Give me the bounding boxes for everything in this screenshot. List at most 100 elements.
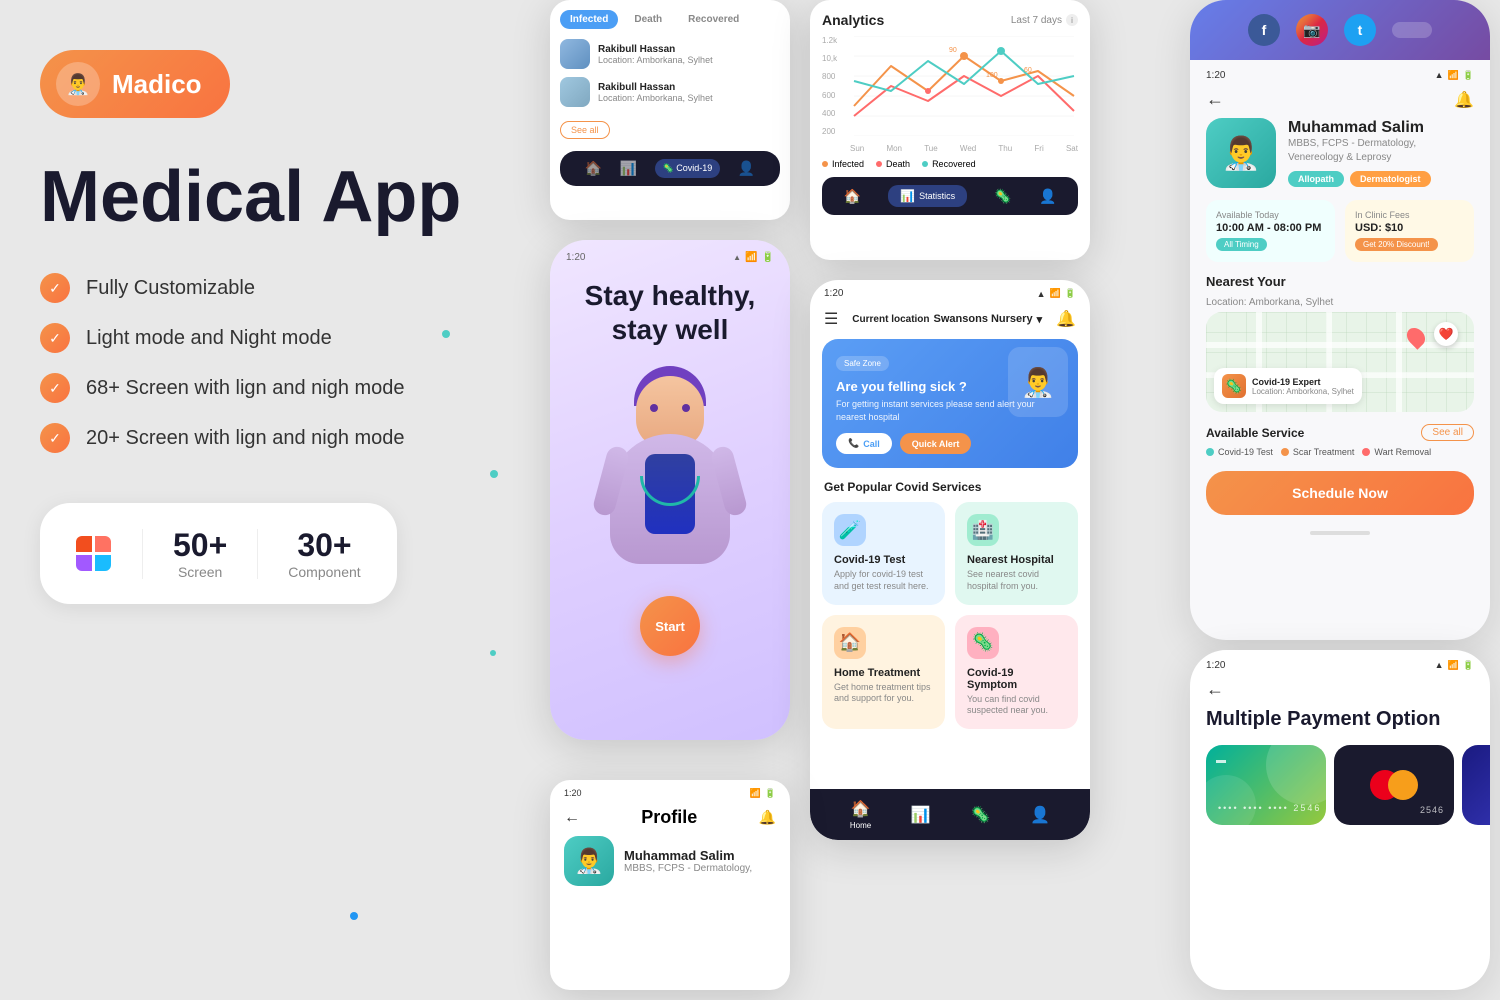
mc-orange-circle <box>1388 770 1418 800</box>
quick-alert-button[interactable]: Quick Alert <box>900 433 972 454</box>
menu-icon[interactable]: ☰ <box>824 309 838 329</box>
bell-icon-detail[interactable]: 🔔 <box>1454 90 1474 110</box>
covid-icon-analytics: 🦠 <box>994 188 1011 205</box>
covid-symptom-card[interactable]: 🦠 Covid-19 Symptom You can find covid su… <box>955 615 1078 729</box>
svg-text:90: 90 <box>949 47 957 54</box>
symptom-icon: 🦠 <box>967 627 999 659</box>
nav-covid[interactable]: 🦠 <box>971 805 991 825</box>
nav-home[interactable]: 🏠 Home <box>850 799 871 830</box>
mastercard-card[interactable]: 2546 <box>1334 745 1454 825</box>
nearest-your-heading: Nearest Your <box>1190 274 1490 297</box>
scroll-bar <box>1190 531 1490 535</box>
see-all-button[interactable]: See all <box>560 121 610 139</box>
svg-text:60: 60 <box>1024 67 1032 74</box>
main-title: Medical App <box>40 158 520 237</box>
scroll-indicator <box>1392 22 1432 38</box>
nav-profile[interactable]: 👤 <box>1030 805 1050 825</box>
see-all-services-button[interactable]: See all <box>1421 424 1474 441</box>
feature-item-3: ✓ 68+ Screen with lign and nigh mode <box>40 373 520 403</box>
expert-info: Covid-19 Expert Location: Amborkona, Syl… <box>1252 377 1354 396</box>
hospital-icon: 🏥 <box>967 514 999 546</box>
service-dot-2 <box>1281 448 1289 456</box>
home-nav-icon-app: 🏠 <box>851 799 871 819</box>
nearest-hospital-card[interactable]: 🏥 Nearest Hospital See nearest covid hos… <box>955 502 1078 604</box>
screen-stat: 50+ Screen <box>173 527 227 580</box>
chart-x-labels: Sun Mon Tue Wed Thu Fri Sat <box>822 144 1078 153</box>
stat-divider-1 <box>142 529 143 579</box>
screen3-hero: Stay healthy, stay well <box>550 269 790 666</box>
home-treatment-card[interactable]: 🏠 Home Treatment Get home treatment tips… <box>822 615 945 729</box>
patient-avatar-1 <box>560 39 590 69</box>
map-road-h1 <box>1206 342 1474 348</box>
available-today-card: Available Today 10:00 AM - 08:00 PM All … <box>1206 200 1335 262</box>
screen-analytics: Analytics Last 7 days i 1.2k 10,k 800 60… <box>810 0 1090 260</box>
tab-infected[interactable]: Infected <box>560 10 618 29</box>
available-service-title: Available Service <box>1206 426 1304 440</box>
map-heart-icon: ❤️ <box>1434 322 1458 346</box>
profile-icon-analytics: 👤 <box>1039 188 1056 205</box>
screen-covid-home: 1:20 ▲ 📶 🔋 ☰ Current location Swansons N… <box>810 280 1090 840</box>
notification-icon-profile[interactable]: 🔔 <box>759 809 776 826</box>
tab-death[interactable]: Death <box>624 10 672 29</box>
twitter-icon: t <box>1344 14 1376 46</box>
schedule-now-button[interactable]: Schedule Now <box>1206 471 1474 515</box>
call-button[interactable]: 📞 Call <box>836 433 892 454</box>
start-button[interactable]: Start <box>640 596 700 656</box>
right-nav: ← 🔔 <box>1190 85 1490 118</box>
social-banner: f 📷 t <box>1190 0 1490 60</box>
covid-nav-icon-app: 🦠 <box>971 805 991 825</box>
service-covid-test: Covid-19 Test <box>1206 447 1273 457</box>
chevron-down-icon: ▾ <box>1037 313 1043 326</box>
doctor-tags: Allopath Dermatologist <box>1288 171 1474 187</box>
covid-services-grid: 🧪 Covid-19 Test Apply for covid-19 test … <box>810 502 1090 739</box>
map-grid: ❤️ 🦠 Covid-19 Expert Location: Amborkona… <box>1206 312 1474 412</box>
bottom-nav-screen1: 🏠 📊 🦠 Covid-19 👤 <box>560 151 780 186</box>
logo-pill: 👨‍⚕️ Madico <box>40 50 230 118</box>
stat-divider-2 <box>257 529 258 579</box>
status-icons-5: 📶 🔋 <box>750 788 776 799</box>
bell-icon[interactable]: 🔔 <box>1056 309 1076 329</box>
availability-row: Available Today 10:00 AM - 08:00 PM All … <box>1190 200 1490 274</box>
location-row: Current location Swansons Nursery ▾ <box>852 313 1042 326</box>
doctor-detail-header: 👨‍⚕️ Muhammad Salim MBBS, FCPS - Dermato… <box>1190 118 1490 200</box>
figma-logo <box>76 536 112 572</box>
feature-item-1: ✓ Fully Customizable <box>40 273 520 303</box>
section-title-row: Get Popular Covid Services <box>810 480 1090 502</box>
screen5-nav: ← Profile 🔔 <box>550 803 790 836</box>
mastercard-logo <box>1370 770 1418 800</box>
covid-test-card[interactable]: 🧪 Covid-19 Test Apply for covid-19 test … <box>822 502 945 604</box>
back-arrow-detail[interactable]: ← <box>1206 89 1224 110</box>
chart-y-labels: 1.2k 10,k 800 600 400 200 <box>822 36 847 136</box>
chart-area: 1.2k 10,k 800 600 400 200 <box>822 36 1078 136</box>
svg-text:100: 100 <box>986 72 998 79</box>
profile-nav-icon: 👤 <box>738 160 755 177</box>
visa-card[interactable]: VISA <box>1462 745 1490 825</box>
legend-recovered: Recovered <box>922 159 976 169</box>
back-arrow-profile[interactable]: ← <box>564 809 580 827</box>
location-label: Current location <box>852 314 929 325</box>
status-icons-3: ▲ 📶 🔋 <box>733 252 774 263</box>
sick-banner: Safe Zone Are you felling sick ? For get… <box>822 339 1078 468</box>
card-swirl-2 <box>1206 775 1256 825</box>
banner-illustration: 👨‍⚕️ <box>1008 347 1068 417</box>
card-number-teal: •••• •••• •••• 2546 <box>1218 803 1321 813</box>
card-chip: ▬ <box>1216 755 1226 766</box>
patient-row-2: Rakibull Hassan Location: Amborkana, Syl… <box>560 77 780 107</box>
service-scar: Scar Treatment <box>1281 447 1355 457</box>
tab-recovered[interactable]: Recovered <box>678 10 749 29</box>
cards-row: ▬ •••• •••• •••• 2546 2546 VISA <box>1190 745 1490 825</box>
bottom-nav-analytics: 🏠 📊 Statistics 🦠 👤 <box>822 177 1078 215</box>
screen2-content: Analytics Last 7 days i 1.2k 10,k 800 60… <box>810 0 1090 227</box>
legend-infected: Infected <box>822 159 864 169</box>
right-status-icons: ▲ 📶 🔋 <box>1435 70 1474 81</box>
map-container: ❤️ 🦠 Covid-19 Expert Location: Amborkona… <box>1206 312 1474 412</box>
teal-card[interactable]: ▬ •••• •••• •••• 2546 <box>1206 745 1326 825</box>
stats-nav-icon-app: 📊 <box>911 805 931 825</box>
stats-nav-icon: 📊 <box>620 160 637 177</box>
home-treatment-icon: 🏠 <box>834 627 866 659</box>
profile-avatar: 👨‍⚕️ <box>564 836 614 886</box>
tab-bar: Infected Death Recovered <box>560 10 780 29</box>
nav-stats[interactable]: 📊 <box>911 805 931 825</box>
payment-back-button[interactable]: ← <box>1190 675 1490 708</box>
instagram-icon: 📷 <box>1296 14 1328 46</box>
